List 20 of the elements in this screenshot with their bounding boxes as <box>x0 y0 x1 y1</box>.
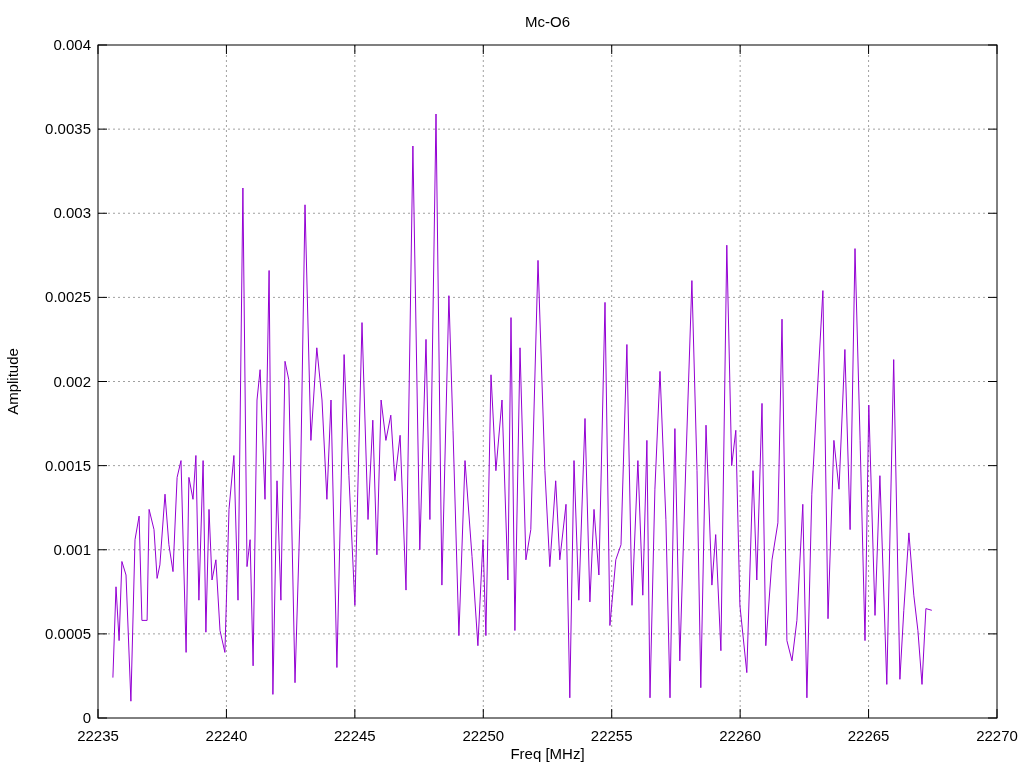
y-tick-label: 0.0005 <box>45 624 91 642</box>
y-tick-label: 0 <box>82 709 91 726</box>
x-tick-label: 22235 <box>77 727 119 744</box>
x-tick-label: 22260 <box>719 727 761 744</box>
y-tick-label: 0.002 <box>53 372 91 390</box>
x-tick-label: 22245 <box>334 727 376 744</box>
x-tick-label: 22265 <box>847 727 890 744</box>
y-tick-label: 0.0035 <box>45 120 91 138</box>
chart-title: Mc-O6 <box>525 13 570 30</box>
x-tick-label: 22250 <box>462 727 505 744</box>
y-axis-label: Amplitude <box>4 348 21 415</box>
x-tick-label: 22240 <box>205 727 248 744</box>
x-tick-label: 22255 <box>590 727 633 744</box>
y-tick-label: 0.003 <box>53 204 91 222</box>
x-axis-label: Freq [MHz] <box>510 745 585 762</box>
y-tick-label: 0.004 <box>53 36 91 53</box>
y-tick-label: 0.0015 <box>45 456 91 474</box>
y-tick-label: 0.001 <box>53 540 91 558</box>
y-tick-label: 0.0025 <box>45 288 91 306</box>
x-tick-label: 22270 <box>976 727 1018 744</box>
